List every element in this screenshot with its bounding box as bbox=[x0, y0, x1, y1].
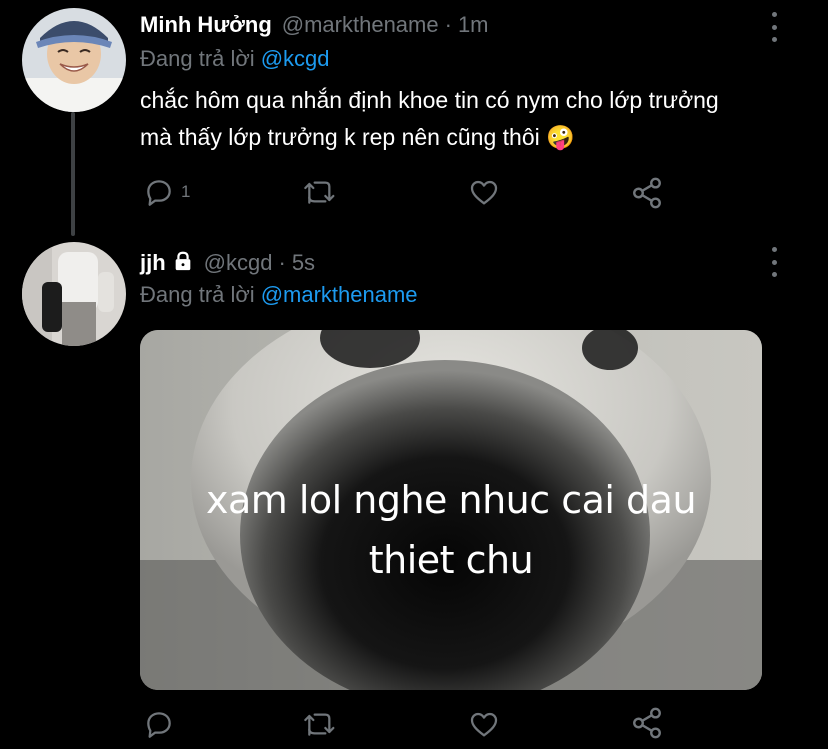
share-button[interactable] bbox=[630, 706, 664, 740]
thread-connector bbox=[71, 112, 75, 236]
like-button[interactable] bbox=[468, 708, 500, 740]
replying-to: Đang trả lời @kcgd bbox=[140, 46, 330, 72]
retweet-button[interactable] bbox=[302, 176, 338, 208]
user-handle[interactable]: @markthename bbox=[282, 12, 439, 38]
separator-dot: · bbox=[278, 250, 286, 275]
retweet-button[interactable] bbox=[302, 708, 338, 740]
tweet-text-line: chắc hôm qua nhắn định khoe tin có nym c… bbox=[140, 87, 719, 113]
retweet-icon bbox=[304, 713, 335, 736]
reply-button[interactable] bbox=[143, 708, 181, 740]
separator-dot: · bbox=[444, 12, 452, 37]
replying-label: Đang trả lời bbox=[140, 282, 255, 307]
replying-to: Đang trả lời @markthename bbox=[140, 282, 418, 308]
tweet-media-image[interactable]: xam lol nghe nhuc cai dau thiet chu bbox=[140, 330, 762, 690]
retweet-icon bbox=[304, 181, 335, 204]
reply-count: 1 bbox=[181, 182, 191, 201]
avatar[interactable] bbox=[22, 242, 126, 346]
like-icon bbox=[470, 180, 498, 205]
more-icon[interactable] bbox=[764, 247, 784, 277]
share-icon bbox=[633, 707, 661, 739]
display-name[interactable]: jjh bbox=[140, 250, 166, 276]
mention-link[interactable]: @kcgd bbox=[261, 46, 330, 71]
more-icon[interactable] bbox=[764, 12, 784, 42]
display-name[interactable]: Minh Hưởng bbox=[140, 12, 272, 38]
tweet-header: Minh Hưởng @markthename · 1m bbox=[140, 12, 489, 38]
lock-icon bbox=[172, 250, 194, 278]
reply-icon bbox=[147, 180, 171, 206]
meme-caption-line: thiet chu bbox=[368, 538, 534, 582]
avatar[interactable] bbox=[22, 8, 126, 112]
like-button[interactable] bbox=[468, 176, 500, 208]
reply-button[interactable]: 1 bbox=[143, 176, 190, 208]
replying-label: Đang trả lời bbox=[140, 46, 255, 71]
timestamp[interactable]: 1m bbox=[458, 12, 489, 38]
reply-icon bbox=[147, 712, 171, 738]
meme-caption-line: xam lol nghe nhuc cai dau bbox=[205, 478, 697, 522]
timestamp[interactable]: 5s bbox=[292, 250, 315, 276]
mention-link[interactable]: @markthename bbox=[261, 282, 418, 307]
tweet-thread: Minh Hưởng @markthename · 1m Đang trả lờ… bbox=[0, 0, 828, 749]
share-button[interactable] bbox=[630, 176, 664, 210]
like-icon bbox=[470, 712, 498, 737]
tweet-header: jjh @kcgd · 5s bbox=[140, 248, 315, 276]
meme-caption: xam lol nghe nhuc cai dau thiet chu bbox=[140, 470, 762, 590]
tweet-text: chắc hôm qua nhắn định khoe tin có nym c… bbox=[140, 82, 719, 156]
tweet-text-line: mà thấy lớp trưởng k rep nên cũng thôi 🤪 bbox=[140, 124, 575, 150]
user-handle[interactable]: @kcgd bbox=[204, 250, 273, 276]
share-icon bbox=[633, 177, 661, 209]
